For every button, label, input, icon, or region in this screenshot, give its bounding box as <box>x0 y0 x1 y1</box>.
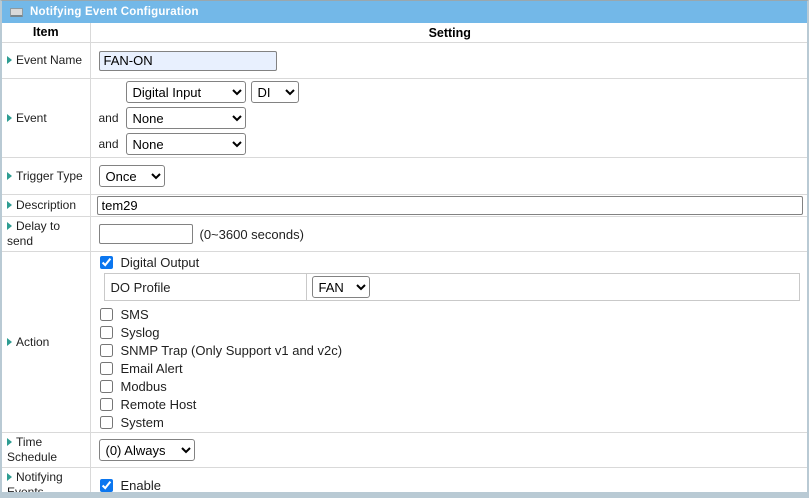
event-row: Event Digital Input DI and None <box>2 79 807 158</box>
event-name-input[interactable] <box>99 51 277 71</box>
trigger-type-setting-cell: Once <box>90 158 807 195</box>
sms-checkbox[interactable] <box>100 308 113 321</box>
action-option-modbus[interactable]: Modbus <box>99 378 804 394</box>
action-option-sms[interactable]: SMS <box>99 306 804 322</box>
trigger-type-label: Trigger Type <box>16 169 83 183</box>
action-label-cell: Action <box>2 252 90 433</box>
bullet-icon <box>7 473 12 481</box>
bullet-icon <box>7 338 12 346</box>
and-label: and <box>99 111 121 125</box>
remote-host-checkbox[interactable] <box>100 398 113 411</box>
description-label-cell: Description <box>2 195 90 217</box>
time-schedule-setting-cell: (0) Always <box>90 433 807 468</box>
digital-output-checkbox[interactable] <box>100 256 113 269</box>
delay-setting-cell: (0~3600 seconds) <box>90 217 807 252</box>
action-setting-cell: Digital Output DO Profile FAN <box>90 252 807 433</box>
event-type-select[interactable]: Digital Input <box>126 81 246 103</box>
delay-input[interactable] <box>99 224 193 244</box>
time-schedule-label-cell: Time Schedule <box>2 433 90 468</box>
email-alert-label: Email Alert <box>121 361 183 376</box>
syslog-label: Syslog <box>121 325 160 340</box>
event-label: Event <box>16 111 47 125</box>
modbus-label: Modbus <box>121 379 167 394</box>
trigger-type-label-cell: Trigger Type <box>2 158 90 195</box>
description-label: Description <box>16 198 76 212</box>
notifying-events-row: Notifying Events Enable <box>2 468 807 498</box>
event-name-setting-cell <box>90 43 807 79</box>
time-schedule-label: Time Schedule <box>7 435 57 464</box>
time-schedule-row: Time Schedule (0) Always <box>2 433 807 468</box>
action-option-system[interactable]: System <box>99 414 804 430</box>
bullet-icon <box>7 56 12 64</box>
bullet-icon <box>7 172 12 180</box>
panel-titlebar: Notifying Event Configuration <box>2 1 807 23</box>
description-row: Description <box>2 195 807 217</box>
time-schedule-select[interactable]: (0) Always <box>99 439 195 461</box>
trigger-type-row: Trigger Type Once <box>2 158 807 195</box>
do-profile-value-cell: FAN <box>306 274 800 301</box>
notifying-events-setting-cell: Enable <box>90 468 807 498</box>
notifying-event-config-panel: Notifying Event Configuration Item Setti… <box>0 0 809 498</box>
sms-label: SMS <box>121 307 149 322</box>
item-column-header: Item <box>2 23 90 43</box>
modbus-checkbox[interactable] <box>100 380 113 393</box>
panel-title: Notifying Event Configuration <box>30 6 199 18</box>
and-label: and <box>99 137 121 151</box>
system-checkbox[interactable] <box>100 416 113 429</box>
digital-output-label: Digital Output <box>121 255 200 270</box>
snmp-trap-checkbox[interactable] <box>100 344 113 357</box>
event-name-label-cell: Event Name <box>2 43 90 79</box>
setting-column-header: Setting <box>90 23 807 43</box>
config-table: Item Setting Event Name Event Digital In… <box>2 23 807 498</box>
delay-row: Delay to send (0~3600 seconds) <box>2 217 807 252</box>
event-name-label: Event Name <box>16 53 82 67</box>
enable-label: Enable <box>121 478 161 493</box>
event-name-row: Event Name <box>2 43 807 79</box>
notifying-events-label-cell: Notifying Events <box>2 468 90 498</box>
enable-checkbox[interactable] <box>100 479 113 492</box>
bullet-icon <box>7 438 12 446</box>
description-input[interactable] <box>97 196 804 215</box>
delay-label: Delay to send <box>7 219 60 248</box>
trigger-type-select[interactable]: Once <box>99 165 165 187</box>
digital-output-option[interactable]: Digital Output <box>99 254 804 270</box>
window-icon <box>10 8 23 17</box>
system-label: System <box>121 415 164 430</box>
event-and2-select[interactable]: None <box>126 133 246 155</box>
delay-hint: (0~3600 seconds) <box>200 227 304 242</box>
event-subtype-select[interactable]: DI <box>251 81 299 103</box>
action-option-syslog[interactable]: Syslog <box>99 324 804 340</box>
syslog-checkbox[interactable] <box>100 326 113 339</box>
bullet-icon <box>7 201 12 209</box>
do-profile-label: DO Profile <box>104 274 306 301</box>
do-profile-subtable: DO Profile FAN <box>104 273 801 301</box>
action-option-remote-host[interactable]: Remote Host <box>99 396 804 412</box>
action-row: Action Digital Output DO Profile FAN <box>2 252 807 433</box>
snmp-trap-label: SNMP Trap (Only Support v1 and v2c) <box>121 343 343 358</box>
action-option-email-alert[interactable]: Email Alert <box>99 360 804 376</box>
action-label: Action <box>16 335 49 349</box>
notifying-events-label: Notifying Events <box>7 470 63 498</box>
delay-label-cell: Delay to send <box>2 217 90 252</box>
do-profile-row: DO Profile FAN <box>104 274 800 301</box>
table-header-row: Item Setting <box>2 23 807 43</box>
email-alert-checkbox[interactable] <box>100 362 113 375</box>
bullet-icon <box>7 222 12 230</box>
bullet-icon <box>7 114 12 122</box>
description-setting-cell <box>90 195 807 217</box>
action-option-snmp-trap[interactable]: SNMP Trap (Only Support v1 and v2c) <box>99 342 804 358</box>
event-label-cell: Event <box>2 79 90 158</box>
notifying-events-enable-option[interactable]: Enable <box>99 477 804 493</box>
event-setting-cell: Digital Input DI and None and <box>90 79 807 158</box>
remote-host-label: Remote Host <box>121 397 197 412</box>
do-profile-select[interactable]: FAN <box>312 276 370 298</box>
event-and1-select[interactable]: None <box>126 107 246 129</box>
